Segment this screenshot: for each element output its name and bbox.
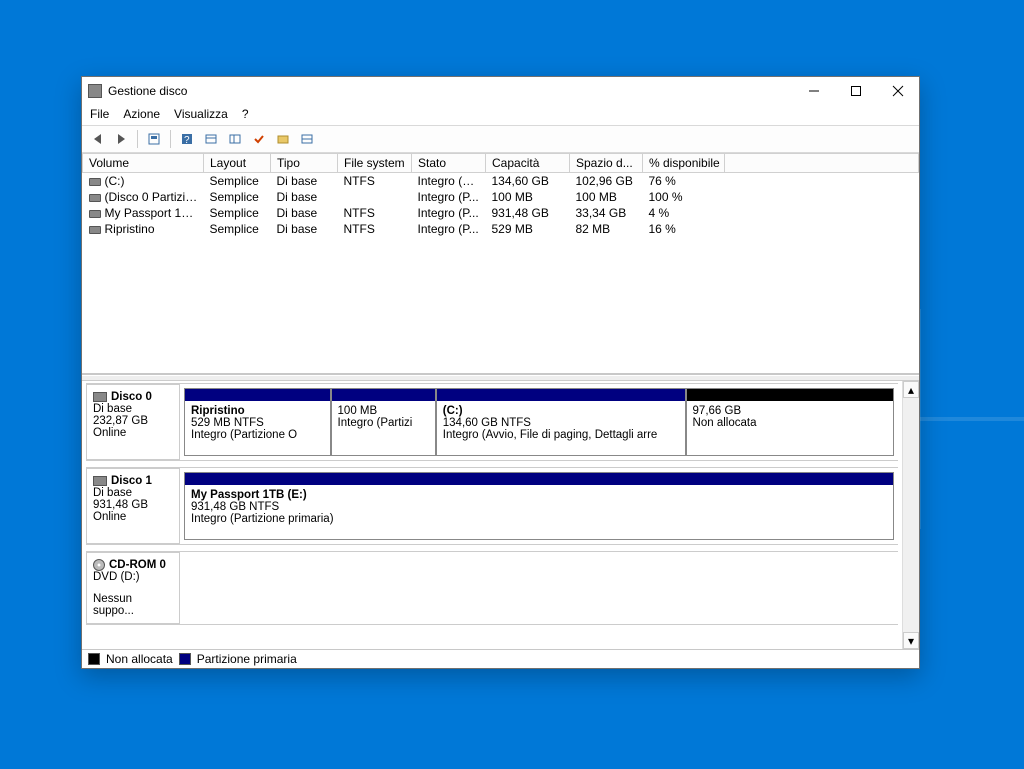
partition[interactable]: 97,66 GBNon allocata (686, 388, 894, 456)
col-percent[interactable]: % disponibile (643, 154, 725, 173)
partition-container: My Passport 1TB (E:)931,48 GB NTFSIntegr… (180, 468, 898, 544)
col-layout[interactable]: Layout (204, 154, 271, 173)
partition-container: Ripristino529 MB NTFSIntegro (Partizione… (180, 384, 898, 460)
content-area: Volume Layout Tipo File system Stato Cap… (82, 153, 919, 668)
drive-icon (89, 226, 101, 234)
titlebar[interactable]: Gestione disco (82, 77, 919, 105)
menubar: File Azione Visualizza ? (82, 105, 919, 125)
menu-help[interactable]: ? (242, 107, 249, 121)
tb-folder-button[interactable] (272, 128, 294, 150)
col-stato[interactable]: Stato (412, 154, 486, 173)
table-row[interactable]: (Disco 0 Partizione...SempliceDi baseInt… (83, 189, 919, 205)
disk-row: Disco 0Di base232,87 GBOnlineRipristino5… (86, 383, 898, 461)
disk-icon (93, 476, 107, 486)
partition[interactable]: Ripristino529 MB NTFSIntegro (Partizione… (184, 388, 331, 456)
cd-icon (93, 559, 105, 571)
volumes-table[interactable]: Volume Layout Tipo File system Stato Cap… (82, 153, 919, 237)
legend-swatch-unalloc (88, 653, 100, 665)
maximize-button[interactable] (835, 77, 877, 105)
drive-icon (89, 210, 101, 218)
disks-pane: Disco 0Di base232,87 GBOnlineRipristino5… (82, 381, 919, 649)
disk-row: Disco 1Di base931,48 GBOnlineMy Passport… (86, 467, 898, 545)
table-header-row[interactable]: Volume Layout Tipo File system Stato Cap… (83, 154, 919, 173)
close-button[interactable] (877, 77, 919, 105)
scroll-down-button[interactable]: ▾ (903, 632, 919, 649)
col-volume[interactable]: Volume (83, 154, 204, 173)
partition[interactable]: 100 MBIntegro (Partizi (331, 388, 436, 456)
menu-file[interactable]: File (90, 107, 109, 121)
drive-icon (89, 178, 101, 186)
partition-container (180, 552, 898, 624)
table-row[interactable]: My Passport 1TB (E:)SempliceDi baseNTFSI… (83, 205, 919, 221)
disk-row: CD-ROM 0DVD (D:)Nessun suppo... (86, 551, 898, 625)
vertical-scrollbar[interactable]: ▴ ▾ (902, 381, 919, 649)
partition-bar (332, 389, 435, 401)
disk-info[interactable]: Disco 0Di base232,87 GBOnline (86, 384, 180, 460)
tb-help-button[interactable]: ? (176, 128, 198, 150)
disk-info[interactable]: CD-ROM 0DVD (D:)Nessun suppo... (86, 552, 180, 624)
partition-bar (437, 389, 685, 401)
window-title: Gestione disco (108, 84, 187, 98)
legend-label-unalloc: Non allocata (106, 652, 173, 666)
partition[interactable]: My Passport 1TB (E:)931,48 GB NTFSIntegr… (184, 472, 894, 540)
legend-label-primary: Partizione primaria (197, 652, 297, 666)
col-spazio[interactable]: Spazio d... (570, 154, 643, 173)
volumes-pane: Volume Layout Tipo File system Stato Cap… (82, 153, 919, 375)
minimize-button[interactable] (793, 77, 835, 105)
col-filesystem[interactable]: File system (338, 154, 412, 173)
app-icon (88, 84, 102, 98)
toolbar: ? (82, 125, 919, 153)
menu-azione[interactable]: Azione (123, 107, 160, 121)
tb-settings-button[interactable] (143, 128, 165, 150)
col-rest[interactable] (725, 154, 919, 173)
svg-text:?: ? (184, 135, 190, 146)
table-row[interactable]: (C:)SempliceDi baseNTFSIntegro (A...134,… (83, 173, 919, 190)
col-tipo[interactable]: Tipo (271, 154, 338, 173)
scroll-up-button[interactable]: ▴ (903, 381, 919, 398)
tb-view2-button[interactable] (224, 128, 246, 150)
tb-view1-button[interactable] (200, 128, 222, 150)
partition-bar (687, 389, 893, 401)
forward-button[interactable] (110, 128, 132, 150)
app-window: Gestione disco File Azione Visualizza ? … (81, 76, 920, 669)
back-button[interactable] (86, 128, 108, 150)
drive-icon (89, 194, 101, 202)
legend-swatch-primary (179, 653, 191, 665)
partition[interactable]: (C:)134,60 GB NTFSIntegro (Avvio, File d… (436, 388, 686, 456)
menu-visualizza[interactable]: Visualizza (174, 107, 228, 121)
legend: Non allocata Partizione primaria (82, 649, 919, 668)
disk-info[interactable]: Disco 1Di base931,48 GBOnline (86, 468, 180, 544)
col-capacita[interactable]: Capacità (486, 154, 570, 173)
disk-icon (93, 392, 107, 402)
tb-check-button[interactable] (248, 128, 270, 150)
tb-view3-button[interactable] (296, 128, 318, 150)
table-row[interactable]: RipristinoSempliceDi baseNTFSIntegro (P.… (83, 221, 919, 237)
partition-bar (185, 389, 330, 401)
partition-bar (185, 473, 893, 485)
